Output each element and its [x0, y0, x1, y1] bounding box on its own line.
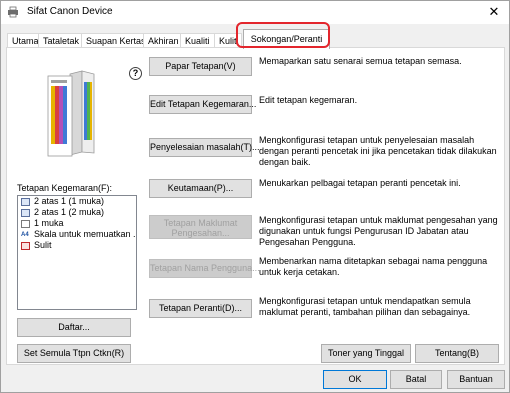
- list-item[interactable]: Sulit: [18, 240, 136, 251]
- list-item-label: Sulit: [34, 240, 52, 250]
- window-title: Sifat Canon Device: [27, 6, 113, 17]
- register-button[interactable]: Daftar...: [17, 318, 131, 337]
- auth-info-settings-button: Tetapan Maklumat Pengesahan...: [149, 215, 252, 239]
- document-preview-icon: [47, 70, 95, 157]
- troubleshooting-button[interactable]: Penyelesaian masalah(T)...: [149, 138, 260, 157]
- preferences-desc: Menukarkan pelbagai tetapan peranti penc…: [259, 178, 461, 188]
- auth-info-settings-line1: Tetapan Maklumat: [163, 218, 238, 228]
- reset-print-settings-button[interactable]: Set Semula Ttpn Ctkn(R): [17, 344, 131, 363]
- list-item-label: Skala untuk memuatkan ...: [34, 229, 136, 239]
- tab-suapan-kertas[interactable]: Suapan Kertas: [81, 33, 151, 48]
- favorites-list[interactable]: 2 atas 1 (1 muka) 2 atas 1 (2 muka) 1 mu…: [17, 195, 137, 310]
- auth-info-settings-desc: Mengkonfigurasi tetapan untuk maklumat p…: [259, 215, 498, 247]
- active-tab-highlight: [236, 22, 330, 48]
- auth-info-settings-line2: Pengesahan...: [171, 228, 230, 238]
- help-icon[interactable]: ?: [129, 67, 142, 80]
- username-settings-button: Tetapan Nama Pengguna...: [149, 259, 260, 278]
- list-item-label: 1 muka: [34, 218, 64, 228]
- list-item-label: 2 atas 1 (1 muka): [34, 196, 105, 206]
- list-item[interactable]: 2 atas 1 (1 muka): [18, 196, 136, 207]
- two-on-one-duplex-icon: [21, 209, 30, 217]
- username-settings-desc: Membenarkan nama ditetapkan sebagai nama…: [259, 256, 488, 277]
- about-button[interactable]: Tentang(B): [415, 344, 499, 363]
- tab-tataletak[interactable]: Tataletak: [38, 33, 85, 48]
- toner-remaining-button[interactable]: Toner yang Tinggal: [321, 344, 411, 363]
- cancel-button[interactable]: Batal: [390, 370, 442, 389]
- close-icon[interactable]: ✕: [479, 1, 509, 24]
- title-bar: Sifat Canon Device ✕: [1, 1, 509, 24]
- scale-a4-icon: A4: [21, 232, 29, 238]
- confidential-icon: [21, 242, 30, 250]
- device-settings-button[interactable]: Tetapan Peranti(D)...: [149, 299, 252, 318]
- list-item-label: 2 atas 1 (2 muka): [34, 207, 105, 217]
- list-item[interactable]: 2 atas 1 (2 muka): [18, 207, 136, 218]
- device-settings-desc: Mengkonfigurasi tetapan untuk mendapatka…: [259, 296, 471, 317]
- help-button[interactable]: Bantuan: [447, 370, 505, 389]
- view-settings-desc: Memaparkan satu senarai semua tetapan se…: [259, 56, 462, 66]
- view-settings-button[interactable]: Papar Tetapan(V): [149, 57, 252, 76]
- edit-favorites-button[interactable]: Edit Tetapan Kegemaran...: [149, 95, 256, 114]
- tab-panel: ? Tetapan Kegemaran(F): 2 atas 1 (1 muka…: [6, 47, 505, 365]
- ok-button[interactable]: OK: [323, 370, 387, 389]
- edit-favorites-desc: Edit tetapan kegemaran.: [259, 95, 358, 105]
- tab-kualiti[interactable]: Kualiti: [180, 33, 215, 48]
- list-item[interactable]: A4 Skala untuk memuatkan ...: [18, 229, 136, 240]
- one-sided-icon: [21, 220, 30, 228]
- preferences-button[interactable]: Keutamaan(P)...: [149, 179, 252, 198]
- printer-properties-window: Sifat Canon Device ✕ Utama Tataletak Sua…: [0, 0, 510, 393]
- list-item[interactable]: 1 muka: [18, 218, 136, 229]
- troubleshooting-desc: Mengkonfigurasi tetapan untuk penyelesai…: [259, 135, 497, 167]
- two-on-one-icon: [21, 198, 30, 206]
- tab-akhiran[interactable]: Akhiran: [143, 33, 184, 48]
- printer-app-icon: [8, 6, 18, 18]
- favorites-label: Tetapan Kegemaran(F):: [17, 183, 113, 193]
